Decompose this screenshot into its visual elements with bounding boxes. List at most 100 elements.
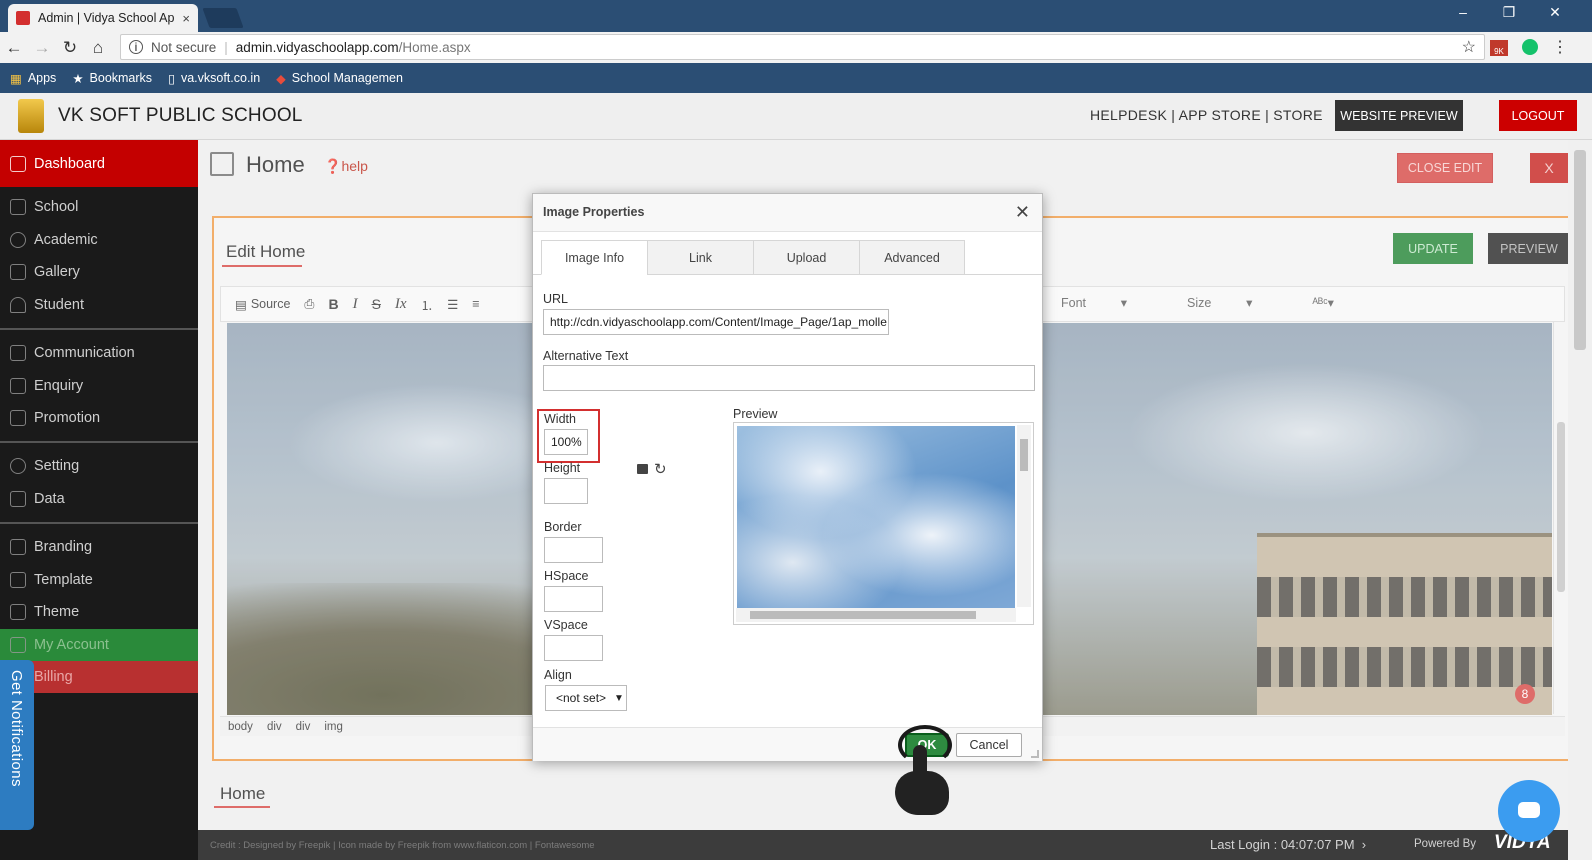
tab-link[interactable]: Link <box>647 240 753 275</box>
palette-icon <box>10 604 26 620</box>
sidebar-item-label: Gallery <box>34 264 80 280</box>
sidebar-item-promotion[interactable]: Promotion <box>0 402 198 434</box>
scrollbar-thumb[interactable] <box>1574 150 1586 350</box>
resize-handle-icon[interactable] <box>1031 750 1039 758</box>
extension-icon[interactable]: 9K <box>1490 40 1508 56</box>
page-scrollbar[interactable] <box>1568 140 1592 860</box>
sidebar-item-setting[interactable]: Setting <box>0 450 198 482</box>
preview-label: Preview <box>733 407 778 421</box>
restore-window-icon[interactable]: ❐ <box>1486 4 1532 21</box>
scrollbar-thumb[interactable] <box>750 611 976 619</box>
bookmark-label: School Managemen <box>291 71 403 85</box>
preview-image <box>737 426 1015 608</box>
browser-tab[interactable]: Admin | Vidya School Ap × <box>8 4 198 32</box>
tab-advanced[interactable]: Advanced <box>859 240 965 275</box>
image-icon <box>10 264 26 280</box>
hspace-label: HSpace <box>544 569 589 583</box>
bookmark-vksoft[interactable]: ▯ va.vksoft.co.in <box>168 71 260 86</box>
sidebar-item-student[interactable]: Student <box>0 289 198 321</box>
header-links[interactable]: HELPDESK | APP STORE | STORE <box>1090 107 1323 123</box>
chat-bubble-icon <box>1518 802 1540 818</box>
preview-horizontal-scrollbar[interactable] <box>736 608 1016 622</box>
dialog-header: Image Properties ✕ <box>533 194 1042 232</box>
app-header: VK SOFT PUBLIC SCHOOL HELPDESK | APP STO… <box>0 93 1592 140</box>
tab-close-icon[interactable]: × <box>182 11 190 26</box>
sidebar-item-communication[interactable]: Communication <box>0 337 198 369</box>
bookmarks-bar: ▦ Apps ★ Bookmarks ▯ va.vksoft.co.in ◆ Schoo… <box>0 63 1592 93</box>
get-notifications-tab[interactable]: Get Notifications <box>0 660 34 830</box>
url-field[interactable]: http://cdn.vidyaschoolapp.com/Content/Im… <box>543 309 889 335</box>
border-field[interactable] <box>544 537 603 563</box>
sidebar-item-template[interactable]: Template <box>0 564 198 596</box>
sidebar-item-label: Enquiry <box>34 378 84 394</box>
back-arrow-icon[interactable]: ← <box>0 38 28 58</box>
cancel-button[interactable]: Cancel <box>956 733 1022 757</box>
sidebar-divider <box>0 441 198 443</box>
sidebar-item-label: Academic <box>34 232 98 248</box>
width-label: Width <box>544 412 576 426</box>
logout-button[interactable]: LOGOUT <box>1499 100 1577 131</box>
align-label: Align <box>544 668 572 682</box>
bookmark-bookmarks[interactable]: ★ Bookmarks <box>72 71 152 86</box>
website-preview-button[interactable]: WEBSITE PREVIEW <box>1335 100 1463 131</box>
bookmark-apps[interactable]: ▦ Apps <box>10 71 56 86</box>
sidebar-item-gallery[interactable]: Gallery <box>0 256 198 288</box>
sidebar-item-dashboard[interactable]: Dashboard <box>0 140 198 187</box>
sidebar-item-enquiry[interactable]: Enquiry <box>0 370 198 402</box>
communication-icon <box>10 345 26 361</box>
sidebar-item-academic[interactable]: Academic <box>0 224 198 256</box>
url-input[interactable]: i Not secure | admin.vidyaschoolapp.com … <box>120 34 1485 60</box>
forward-arrow-icon[interactable]: → <box>28 38 56 58</box>
student-icon <box>10 297 26 313</box>
alt-text-field[interactable] <box>543 365 1035 391</box>
site-favicon-icon <box>16 11 30 25</box>
grammarly-icon[interactable] <box>1522 39 1538 55</box>
tab-upload[interactable]: Upload <box>753 240 859 275</box>
tab-image-info[interactable]: Image Info <box>541 240 647 275</box>
reload-icon[interactable]: ↻ <box>56 38 84 58</box>
lock-ratio-icon[interactable] <box>637 464 648 474</box>
cursor-palm <box>895 771 949 815</box>
reset-size-icon[interactable]: ↻ <box>654 460 667 478</box>
school-name: VK SOFT PUBLIC SCHOOL <box>58 105 303 126</box>
sidebar-item-branding[interactable]: Branding <box>0 531 198 563</box>
home-icon[interactable]: ⌂ <box>84 38 112 58</box>
star-icon: ★ <box>72 71 84 86</box>
sidebar-divider <box>0 328 198 330</box>
dialog-title: Image Properties <box>543 205 645 219</box>
sidebar-item-label: Promotion <box>34 410 101 426</box>
sidebar-item-theme[interactable]: Theme <box>0 596 198 628</box>
apps-grid-icon: ▦ <box>10 71 22 86</box>
minimize-window-icon[interactable]: – <box>1440 4 1486 20</box>
preview-vertical-scrollbar[interactable] <box>1017 425 1031 607</box>
sidebar-item-my-account[interactable]: My Account <box>0 629 198 661</box>
close-window-icon[interactable]: ✕ <box>1532 4 1578 21</box>
sidebar-item-label: Template <box>34 572 93 588</box>
bookmark-star-icon[interactable]: ☆ <box>1462 37 1476 57</box>
vspace-field[interactable] <box>544 635 603 661</box>
width-field[interactable]: 100% <box>544 429 588 455</box>
hspace-field[interactable] <box>544 586 603 612</box>
url-host: admin.vidyaschoolapp.com <box>235 39 399 55</box>
sidebar-item-label: Dashboard <box>34 155 105 172</box>
chat-button[interactable] <box>1498 780 1560 842</box>
scrollbar-thumb[interactable] <box>1020 439 1028 471</box>
bookmark-school-management[interactable]: ◆ School Managemen <box>276 71 403 86</box>
school-favicon-icon: ◆ <box>276 71 286 86</box>
image-properties-dialog: Image Properties ✕ Image Info Link Uploa… <box>532 193 1043 761</box>
template-icon <box>10 572 26 588</box>
sidebar-item-data[interactable]: Data <box>0 483 198 515</box>
sidebar-item-school[interactable]: School <box>0 191 198 223</box>
browser-menu-icon[interactable]: ⋮ <box>1552 37 1568 57</box>
height-field[interactable] <box>544 478 588 504</box>
align-value: <not set> <box>556 691 607 705</box>
new-tab-button[interactable] <box>202 8 244 28</box>
info-icon[interactable]: i <box>129 40 143 54</box>
globe-icon <box>10 232 26 248</box>
dialog-footer: OK Cancel <box>533 727 1042 761</box>
height-label: Height <box>544 461 581 475</box>
close-icon[interactable]: ✕ <box>1015 202 1030 223</box>
school-logo <box>18 99 44 133</box>
align-select[interactable]: <not set> ▼ <box>545 685 627 711</box>
sidebar-item-label: Communication <box>34 345 135 361</box>
